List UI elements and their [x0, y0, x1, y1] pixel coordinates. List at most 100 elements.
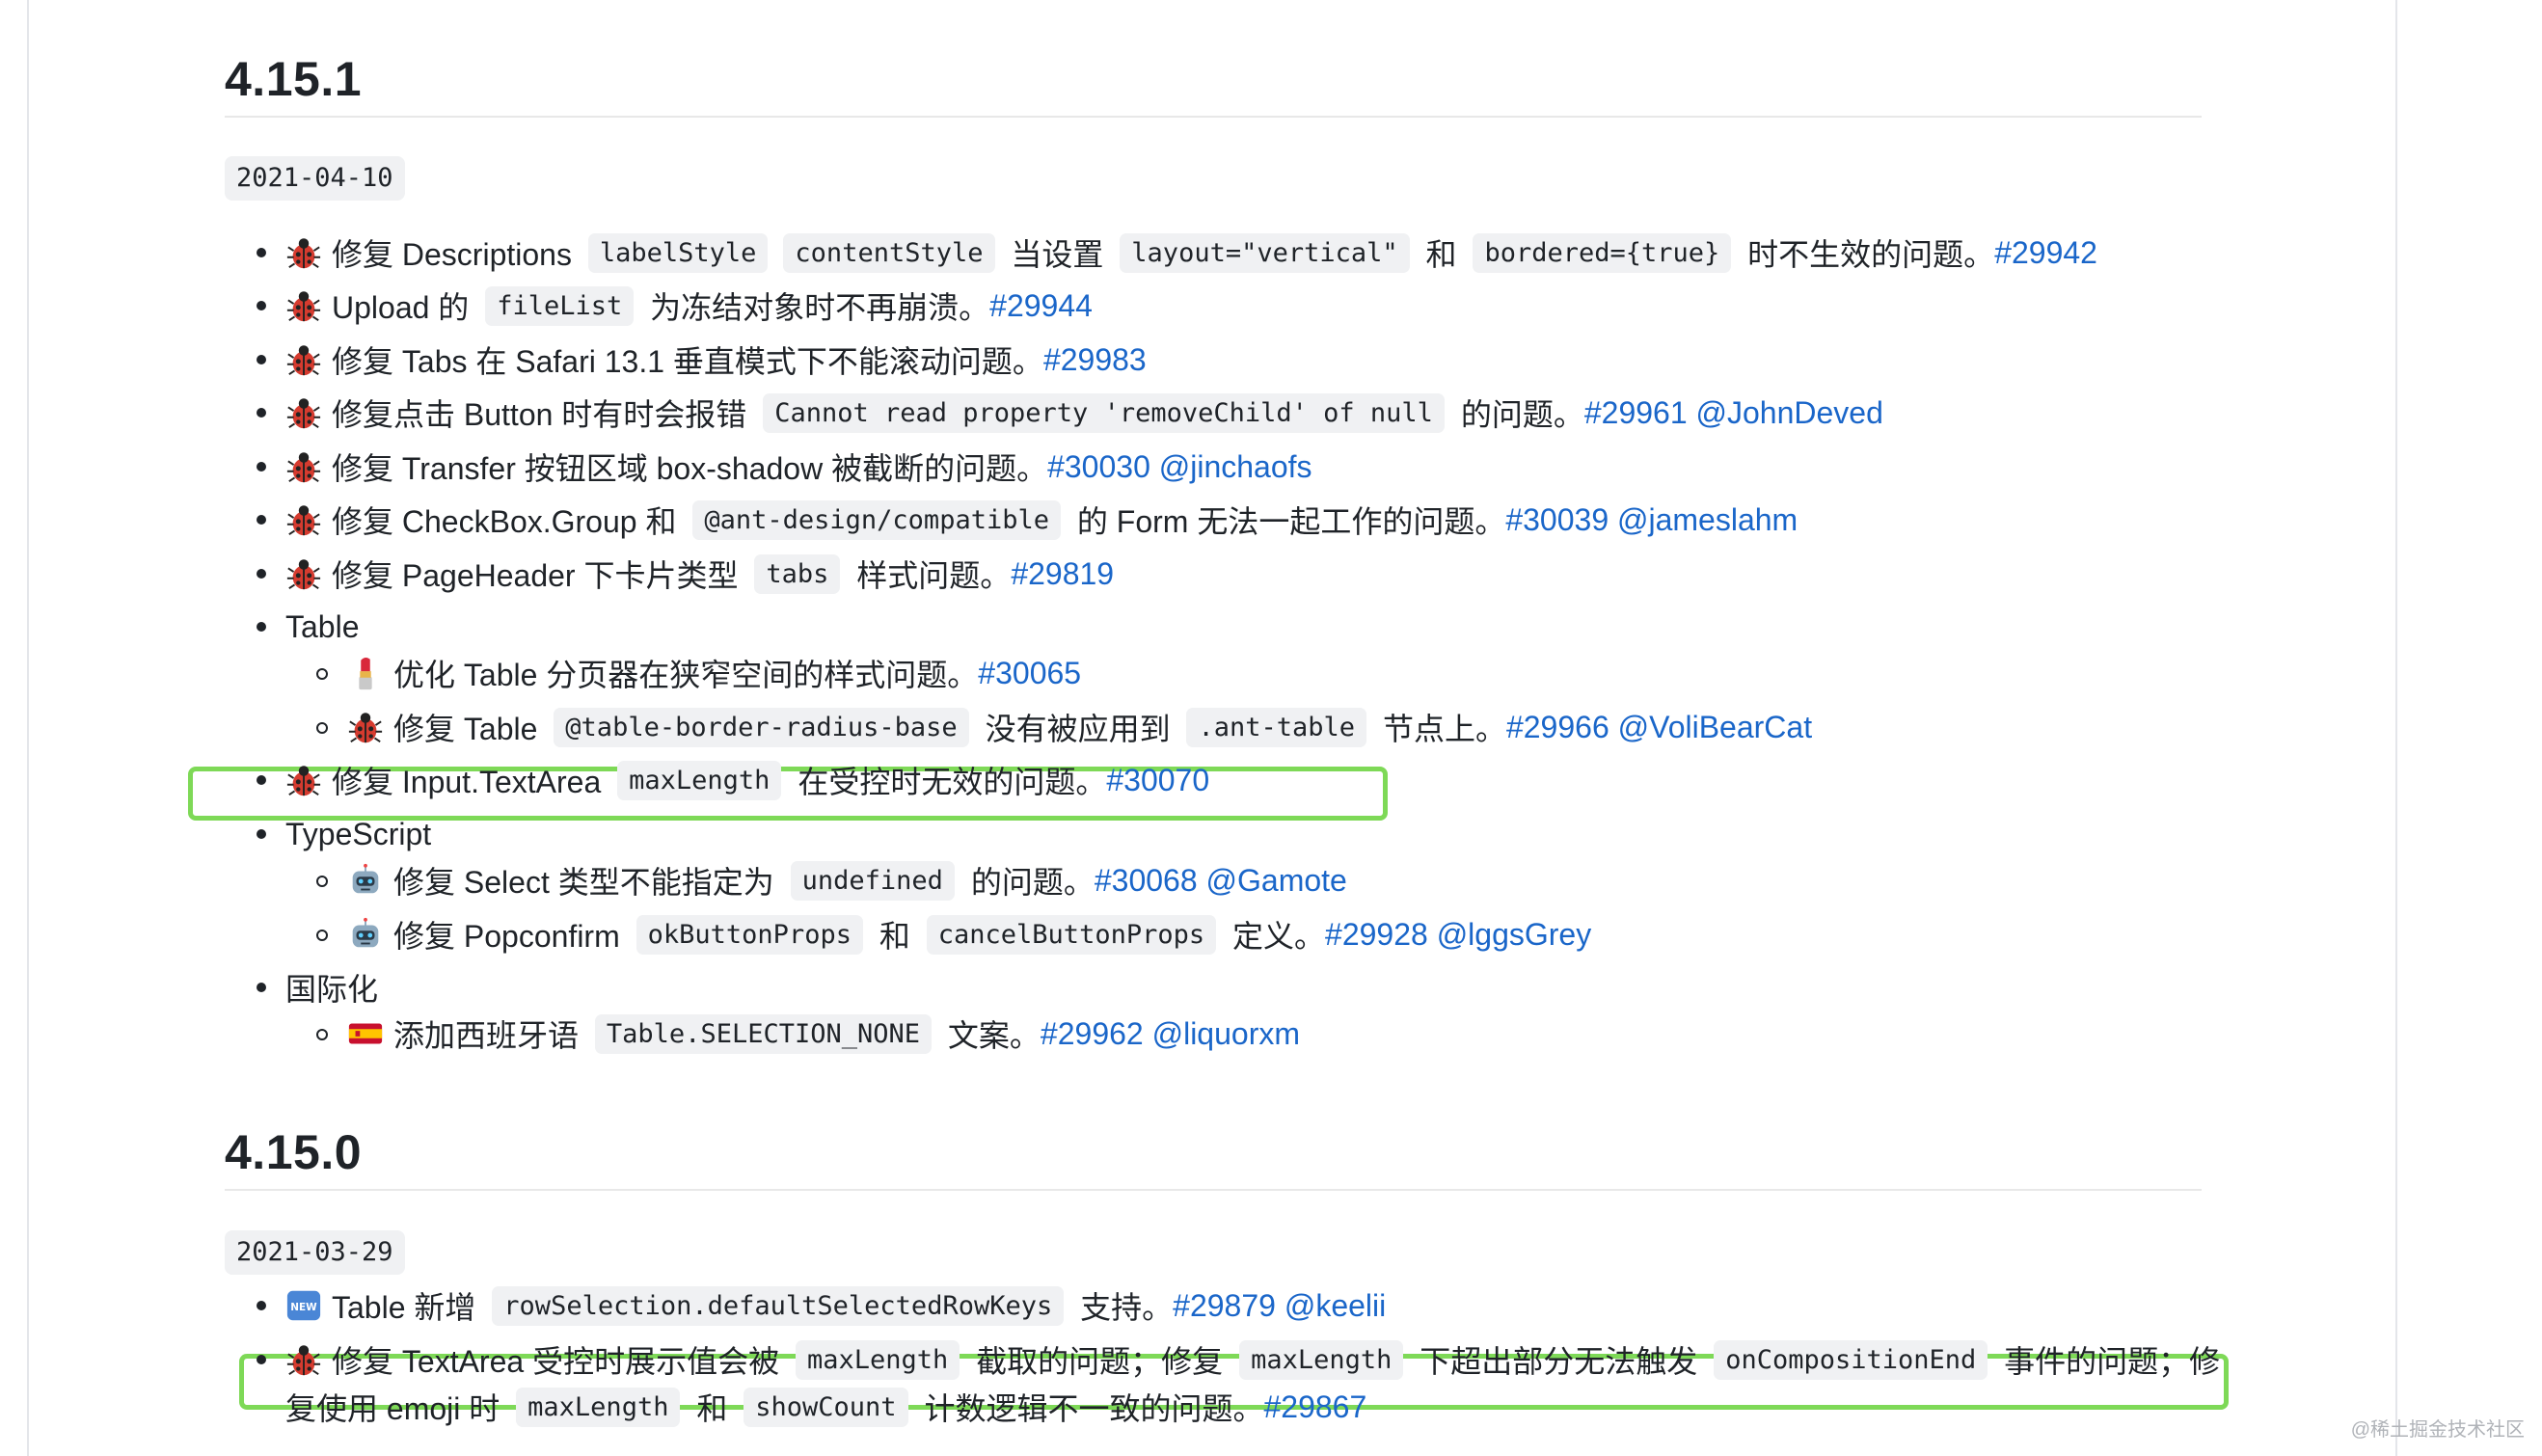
pr-link[interactable]: #29819: [1011, 556, 1114, 592]
inline-code: undefined: [790, 860, 955, 901]
item-text: 优化 Table 分页器在狭窄空间的样式问题。: [393, 658, 979, 692]
robot-icon: [347, 916, 384, 953]
author-link[interactable]: @keelii: [1285, 1288, 1386, 1324]
list-item: 修复点击 Button 时有时会报错 Cannot read property …: [257, 386, 1883, 440]
pr-link[interactable]: #30039: [1505, 502, 1609, 538]
list-item: 修复 TextArea 受控时展示值会被 maxLength 截取的问题；修复 …: [257, 1333, 2220, 1387]
inline-code: bordered={true}: [1473, 232, 1732, 273]
list-item: 修复 Input.TextArea maxLength 在受控时无效的问题。 #3…: [257, 753, 1209, 807]
item-text: 的 Form 无法一起工作的问题。: [1068, 504, 1506, 539]
pr-link[interactable]: #29966: [1506, 710, 1609, 745]
item-text: [1198, 863, 1206, 899]
bullet: [257, 1355, 266, 1364]
bullet: [257, 248, 266, 257]
bullet: [316, 1029, 328, 1040]
author-link[interactable]: @jameslahm: [1617, 502, 1798, 538]
pr-link[interactable]: #30068: [1095, 863, 1198, 899]
sub-list-item: 修复 Select 类型不能指定为 undefined 的问题。 #30068 @…: [316, 853, 1347, 907]
item-text: 为冻结对象时不再崩溃。: [641, 290, 990, 325]
item-text: 截取的问题；修复: [967, 1344, 1232, 1379]
list-item: Upload 的 fileList 为冻结对象时不再崩溃。 #29944: [257, 279, 1093, 333]
item-text: [1428, 917, 1437, 953]
author-link[interactable]: @JohnDeved: [1696, 395, 1883, 431]
inline-code: Cannot read property 'removeChild' of nu…: [763, 392, 1445, 433]
item-text: 下超出部分无法触发: [1411, 1344, 1707, 1379]
item-text: 和: [870, 919, 919, 954]
item-text: [1688, 395, 1696, 431]
pr-link[interactable]: #29879: [1173, 1288, 1276, 1324]
item-text: 修复 Select 类型不能指定为: [393, 865, 783, 900]
pr-link[interactable]: #29928: [1325, 917, 1428, 953]
inline-code: layout="vertical": [1120, 232, 1410, 273]
bullet: [257, 462, 266, 472]
item-text: 当设置: [1002, 237, 1113, 272]
pr-link[interactable]: #30065: [978, 656, 1081, 691]
pr-link[interactable]: #29944: [989, 288, 1093, 324]
item-text: 时不生效的问题。: [1739, 237, 1995, 272]
pr-link[interactable]: #30070: [1106, 763, 1209, 798]
bullet: [316, 930, 328, 941]
author-link[interactable]: @liquorxm: [1152, 1016, 1300, 1052]
list-item: 修复 Transfer 按钮区域 box-shadow 被截断的问题。 #3003…: [257, 440, 1312, 494]
inline-code: maxLength: [617, 760, 782, 800]
new-icon: NEW: [285, 1287, 322, 1324]
page-right-border: [2395, 0, 2397, 1456]
inline-code: onCompositionEnd: [1714, 1339, 1988, 1380]
pr-link[interactable]: #29942: [1994, 235, 2097, 271]
list-item: 修复 PageHeader 下卡片类型 tabs 样式问题。 #29819: [257, 547, 1114, 601]
release-date: 2021-03-29: [225, 1230, 405, 1275]
item-text: 国际化: [285, 972, 379, 1007]
item-text: 和: [688, 1391, 737, 1426]
page-left-border: [27, 0, 29, 1456]
item-text: [1144, 1016, 1152, 1052]
author-link[interactable]: @lggsGrey: [1437, 917, 1592, 953]
item-text: 在受控时无效的问题。: [789, 765, 1107, 799]
item-text: 文案。: [939, 1018, 1041, 1053]
sub-list-item: 修复 Popconfirm okButtonProps 和 cancelButt…: [316, 907, 1592, 961]
inline-code: tabs: [754, 553, 841, 594]
author-link[interactable]: @VoliBearCat: [1618, 710, 1812, 745]
release-date: 2021-04-10: [225, 156, 405, 201]
bug-icon: [285, 394, 322, 431]
pr-link[interactable]: #29961: [1584, 395, 1688, 431]
item-text: [1150, 449, 1159, 485]
item-text: [1276, 1288, 1285, 1324]
bullet: [257, 301, 266, 310]
bullet: [257, 355, 266, 364]
item-text: 修复 CheckBox.Group 和: [332, 504, 686, 539]
pr-link[interactable]: #29962: [1041, 1016, 1144, 1052]
author-link[interactable]: @jinchaofs: [1159, 449, 1312, 485]
list-item: 修复 CheckBox.Group 和 @ant-design/compatib…: [257, 493, 1798, 547]
item-text: 定义。: [1224, 919, 1326, 954]
item-text: 没有被应用到: [976, 712, 1179, 746]
version-heading-4-15-0: 4.15.0: [225, 1123, 2202, 1191]
bug-icon: [285, 555, 322, 592]
item-text: 复使用 emoji 时: [285, 1391, 509, 1426]
item-text: 和: [1417, 237, 1466, 272]
item-text: 修复 Transfer 按钮区域 box-shadow 被截断的问题。: [332, 451, 1048, 486]
item-text: 修复点击 Button 时有时会报错: [332, 397, 756, 432]
bullet: [257, 983, 266, 992]
inline-code: showCount: [744, 1387, 908, 1427]
bug-icon: [285, 762, 322, 798]
bug-icon: [285, 1341, 322, 1378]
bullet: [257, 775, 266, 785]
pr-link[interactable]: #29983: [1043, 342, 1147, 378]
svg-text:NEW: NEW: [290, 1302, 317, 1313]
inline-code: contentStyle: [783, 232, 995, 273]
item-text: 修复 Input.TextArea: [332, 765, 610, 799]
author-link[interactable]: @Gamote: [1206, 863, 1347, 899]
pr-link[interactable]: #30030: [1047, 449, 1150, 485]
list-item-continuation: 复使用 emoji 时 maxLength 和 showCount 计数逻辑不一…: [285, 1380, 1366, 1434]
item-text: Upload 的: [332, 290, 478, 325]
spain-flag-icon: [347, 1015, 384, 1052]
bullet: [257, 829, 266, 839]
bullet: [257, 1301, 266, 1310]
version-title: 4.15.0: [225, 1125, 363, 1179]
bullet: [257, 622, 266, 632]
item-text: 添加西班牙语: [393, 1018, 587, 1053]
inline-code: maxLength: [516, 1387, 681, 1427]
list-item: NEW Table 新增 rowSelection.defaultSelected…: [257, 1279, 1386, 1333]
pr-link[interactable]: #29867: [1263, 1389, 1366, 1425]
list-item: 修复 Descriptions labelStyle contentStyle 当…: [257, 226, 2097, 280]
